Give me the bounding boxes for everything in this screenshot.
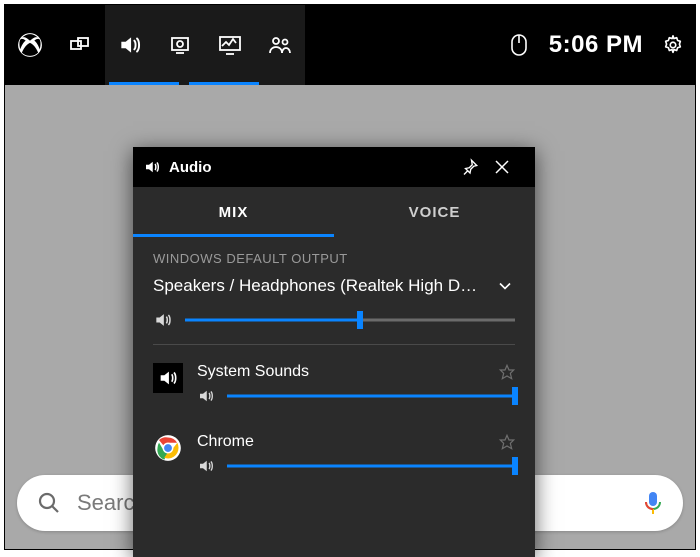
social-icon[interactable] bbox=[255, 5, 305, 85]
tab-mix[interactable]: MIX bbox=[133, 187, 334, 237]
app-row-system-sounds: System Sounds bbox=[153, 363, 515, 419]
panel-title: Audio bbox=[169, 159, 212, 176]
app-name: Chrome bbox=[197, 433, 499, 451]
app-volume-slider[interactable] bbox=[227, 388, 515, 404]
pin-icon[interactable] bbox=[461, 158, 493, 176]
audio-panel: Audio MIX VOICE WINDOWS DEFAULT OUTPUT S… bbox=[133, 147, 535, 557]
close-icon[interactable] bbox=[493, 158, 525, 176]
capture-icon[interactable] bbox=[155, 5, 205, 85]
search-icon bbox=[37, 491, 61, 515]
app-name: System Sounds bbox=[197, 363, 499, 381]
mouse-icon bbox=[497, 5, 541, 85]
app-volume-slider[interactable] bbox=[227, 458, 515, 474]
app-frame: 5:06 PM Search Audio bbox=[4, 4, 696, 550]
xbox-icon[interactable] bbox=[5, 5, 55, 85]
master-volume-slider[interactable] bbox=[185, 312, 515, 328]
active-tab-group bbox=[105, 5, 305, 85]
app-row-chrome: Chrome bbox=[153, 433, 515, 489]
chevron-down-icon bbox=[495, 276, 515, 296]
settings-gear-icon[interactable] bbox=[651, 5, 695, 85]
tab-voice[interactable]: VOICE bbox=[334, 187, 535, 237]
mic-icon[interactable] bbox=[643, 490, 663, 516]
game-bar-topbar: 5:06 PM bbox=[5, 5, 695, 85]
volume-icon[interactable] bbox=[197, 457, 215, 475]
audio-tab-icon[interactable] bbox=[105, 5, 155, 85]
volume-icon[interactable] bbox=[197, 387, 215, 405]
system-sounds-icon bbox=[153, 363, 183, 393]
star-icon[interactable] bbox=[499, 364, 515, 380]
chrome-icon bbox=[153, 433, 183, 463]
audio-tabs: MIX VOICE bbox=[133, 187, 535, 237]
audio-icon bbox=[143, 158, 161, 176]
star-icon[interactable] bbox=[499, 434, 515, 450]
volume-icon[interactable] bbox=[153, 310, 173, 330]
output-device-dropdown[interactable]: Speakers / Headphones (Realtek High D… bbox=[153, 276, 515, 296]
performance-icon[interactable] bbox=[205, 5, 255, 85]
clock: 5:06 PM bbox=[549, 31, 643, 59]
master-volume-row bbox=[153, 310, 515, 330]
divider bbox=[153, 344, 515, 345]
output-section-label: WINDOWS DEFAULT OUTPUT bbox=[153, 251, 515, 266]
output-device-name: Speakers / Headphones (Realtek High D… bbox=[153, 276, 495, 296]
audio-panel-header[interactable]: Audio bbox=[133, 147, 535, 187]
widgets-icon[interactable] bbox=[55, 5, 105, 85]
